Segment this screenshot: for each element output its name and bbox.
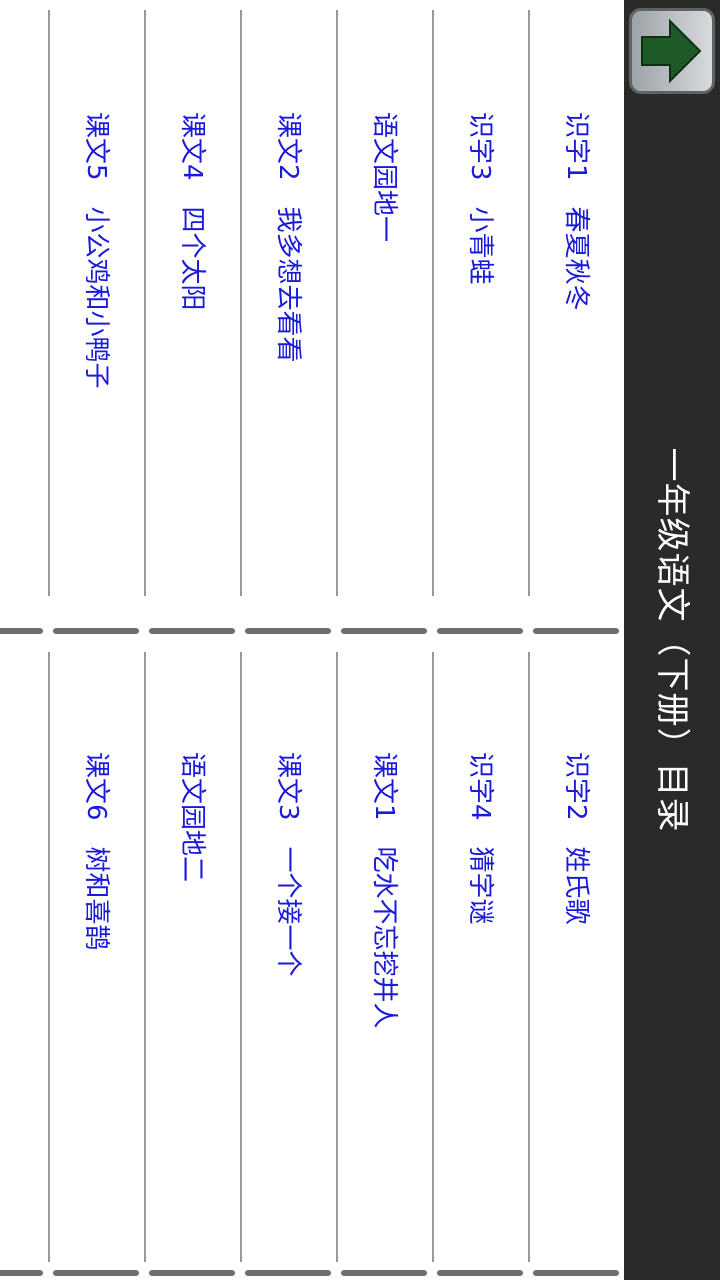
column-separator — [149, 1270, 235, 1276]
lesson-item[interactable]: 课文6 树和喜鹊 — [48, 640, 144, 1260]
lesson-item[interactable]: 识字4 猜字谜 — [432, 640, 528, 1260]
row-divider — [336, 10, 338, 596]
lesson-item[interactable]: 识字1 春夏秋冬 — [528, 0, 624, 620]
lesson-label: 课文6 树和喜鹊 — [81, 752, 111, 951]
row-divider — [240, 652, 242, 1262]
top-bar: 一年级语文（下册）目录 — [624, 0, 720, 1280]
column-separator — [0, 628, 43, 634]
lesson-grid: 识字1 春夏秋冬 识字3 小青蛙 语文园地一 课文2 我多想去看看 课文4 四个… — [0, 0, 624, 1280]
lesson-label: 语文园地一 — [369, 112, 399, 243]
row-divider — [240, 10, 242, 596]
row-divider — [144, 652, 146, 1262]
column-separator — [341, 1270, 427, 1276]
column-separator — [533, 628, 619, 634]
lesson-label: 课文1 吃水不忘挖井人 — [369, 752, 399, 1029]
lesson-label: 识字2 姓氏歌 — [561, 752, 591, 925]
row-divider — [144, 10, 146, 596]
column-separator — [245, 628, 331, 634]
lesson-item[interactable]: 语文园地二 — [144, 640, 240, 1260]
row-divider — [336, 652, 338, 1262]
page-title: 一年级语文（下册）目录 — [652, 447, 692, 833]
column-separator — [149, 628, 235, 634]
lesson-item[interactable]: 识字2 姓氏歌 — [528, 640, 624, 1260]
row-divider — [528, 652, 530, 1262]
lesson-label: 课文2 我多想去看看 — [273, 112, 303, 363]
lesson-item[interactable]: 课文3 一个接一个 — [240, 640, 336, 1260]
column-separator — [533, 1270, 619, 1276]
lesson-item[interactable]: 识字3 小青蛙 — [432, 0, 528, 620]
column-separator — [0, 1270, 43, 1276]
lesson-label: 语文园地二 — [177, 752, 207, 883]
column-separator — [437, 628, 523, 634]
lesson-item[interactable]: 课文4 四个太阳 — [144, 0, 240, 620]
column-separator — [437, 1270, 523, 1276]
column-separator — [341, 628, 427, 634]
row-divider — [432, 10, 434, 596]
lesson-item[interactable]: 课文1 吃水不忘挖井人 — [336, 640, 432, 1260]
column-separator — [53, 628, 139, 634]
lesson-label: 识字4 猜字谜 — [465, 752, 495, 925]
row-divider — [48, 652, 50, 1262]
column-separator — [53, 1270, 139, 1276]
lesson-item[interactable]: 课文2 我多想去看看 — [240, 0, 336, 620]
column-separator — [245, 1270, 331, 1276]
row-divider — [48, 10, 50, 596]
lesson-label: 课文5 小公鸡和小鸭子 — [81, 112, 111, 389]
lesson-label: 识字1 春夏秋冬 — [561, 112, 591, 311]
row-divider — [528, 10, 530, 596]
lesson-label: 课文4 四个太阳 — [177, 112, 207, 311]
lesson-label: 识字3 小青蛙 — [465, 112, 495, 285]
row-divider — [432, 652, 434, 1262]
lesson-label: 课文3 一个接一个 — [273, 752, 303, 977]
app-screen: 一年级语文（下册）目录 识字1 春夏秋冬 识字3 小青蛙 语文园地一 课文2 我… — [0, 0, 720, 1280]
lesson-item[interactable]: 课文5 小公鸡和小鸭子 — [48, 0, 144, 620]
lesson-item[interactable]: 语文园地一 — [336, 0, 432, 620]
